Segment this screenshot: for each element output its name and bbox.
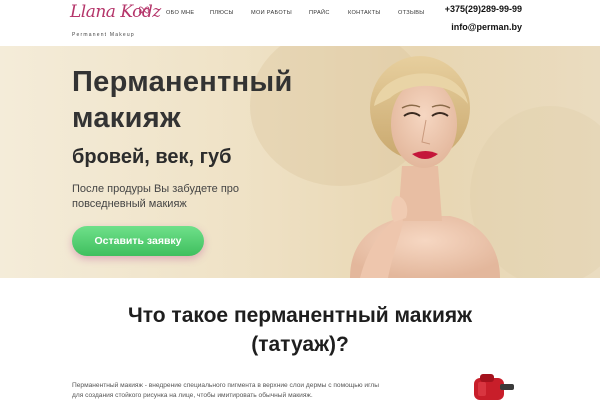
brand-logo[interactable]: Llana Kodz Permanent Makeup bbox=[70, 2, 161, 42]
hero-title: макияж bbox=[72, 102, 181, 134]
section-title: Что такое перманентный макияж bbox=[127, 304, 472, 327]
nav-item-about[interactable]: ОБО МНЕ bbox=[166, 10, 194, 16]
hero-description: После продуры Вы забудете про повседневн… bbox=[72, 183, 240, 210]
section-text: Перманентный макияж - внедрение специаль… bbox=[72, 382, 379, 399]
hero-title: Перманентный bbox=[72, 66, 293, 98]
nav-item-reviews[interactable]: ОТЗЫВЫ bbox=[398, 10, 425, 16]
phone-link[interactable]: +375(29)289-99-99 bbox=[445, 4, 522, 14]
header-contacts: +375(29)289-99-99 info@perman.by bbox=[445, 4, 522, 32]
model-portrait-image bbox=[350, 56, 500, 278]
hero-section: Перманентный макияж бровей, век, губ Пос… bbox=[0, 46, 600, 278]
nav-item-works[interactable]: МОИ РАБОТЫ bbox=[251, 10, 292, 16]
site-header: Llana Kodz Permanent Makeup ОБО МНЕ ПЛЮС… bbox=[0, 0, 600, 46]
butterfly-icon bbox=[138, 6, 150, 14]
tattoo-machine-image bbox=[474, 374, 514, 400]
hero-subtitle: бровей, век, губ bbox=[72, 146, 232, 168]
logo-subtitle: Permanent Makeup bbox=[72, 32, 135, 38]
section-title: (татуаж)? bbox=[251, 333, 349, 356]
nav-item-price[interactable]: ПРАЙС bbox=[309, 10, 330, 16]
request-button[interactable]: Оставить заявку bbox=[72, 226, 204, 256]
nav-item-contacts[interactable]: КОНТАКТЫ bbox=[348, 10, 381, 16]
email-link[interactable]: info@perman.by bbox=[445, 22, 522, 32]
nav-item-pluses[interactable]: ПЛЮСЫ bbox=[210, 10, 234, 16]
